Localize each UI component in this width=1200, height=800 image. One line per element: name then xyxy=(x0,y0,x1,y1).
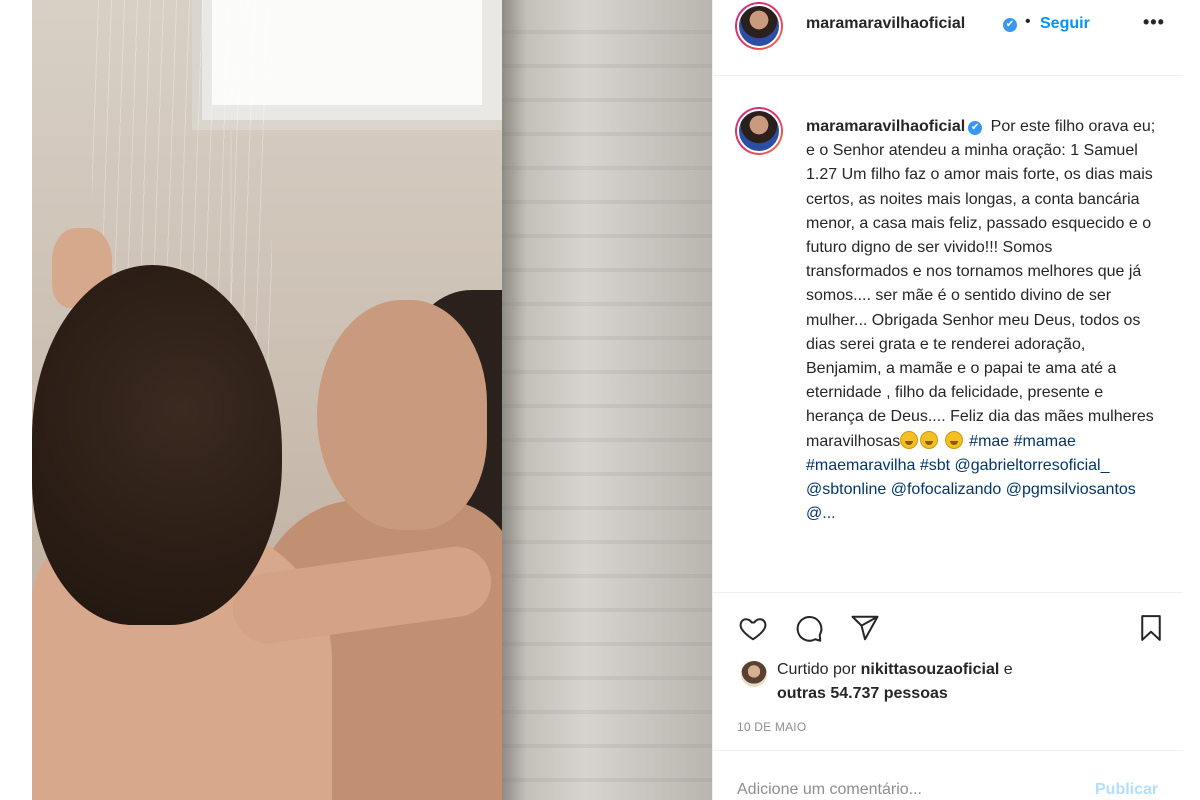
caption-verified-icon: ✔ xyxy=(968,121,983,135)
caption-author-avatar[interactable] xyxy=(735,107,783,155)
post-side-panel: maramaravilhaoficial ✔ • Seguir ••• mara… xyxy=(712,0,1200,800)
actions-divider xyxy=(713,592,1183,593)
liker-username[interactable]: nikittasouzaoficial xyxy=(861,661,1000,678)
save-button[interactable] xyxy=(1131,608,1171,648)
paper-plane-icon xyxy=(851,615,879,641)
likes-summary: Curtido por nikittasouzaoficial e outras… xyxy=(713,655,1183,711)
like-button[interactable] xyxy=(733,608,773,648)
comment-button[interactable] xyxy=(789,608,829,648)
likes-prefix: Curtido por xyxy=(777,661,857,678)
caption-username[interactable]: maramaravilhaoficial xyxy=(806,118,965,135)
likes-connector: e xyxy=(1003,661,1013,678)
crying-face-emoji-icon xyxy=(900,430,919,449)
verified-badge-icon: ✔ xyxy=(1003,18,1017,32)
bookmark-icon xyxy=(1141,615,1161,641)
publish-button[interactable]: Publicar xyxy=(1095,781,1158,799)
caption-section: maramaravilhaoficial ✔ Por este filho ora… xyxy=(713,77,1183,587)
crying-face-emoji-icon xyxy=(920,430,939,449)
heart-icon xyxy=(739,618,767,641)
author-username[interactable]: maramaravilhaoficial xyxy=(806,15,965,33)
post-date[interactable]: 10 DE MAIO xyxy=(737,720,806,734)
comment-form: Publicar xyxy=(713,750,1183,800)
comment-icon xyxy=(796,615,823,642)
share-button[interactable] xyxy=(845,608,885,648)
comment-input[interactable] xyxy=(737,777,1067,800)
crying-face-emoji-icon xyxy=(944,430,963,449)
liker-avatar[interactable] xyxy=(741,661,767,687)
glass-water-drips xyxy=(502,0,712,800)
post-actions-bar xyxy=(713,600,1183,656)
mother-face xyxy=(317,300,487,530)
post-header: maramaravilhaoficial ✔ • Seguir ••• xyxy=(713,0,1183,76)
follow-button[interactable]: Seguir xyxy=(1040,15,1090,33)
post-photo[interactable] xyxy=(32,0,712,800)
header-separator: • xyxy=(1025,13,1031,30)
more-options-icon[interactable]: ••• xyxy=(1143,12,1165,33)
caption-text-block: maramaravilhaoficial ✔ Por este filho ora… xyxy=(806,115,1156,526)
author-avatar[interactable] xyxy=(735,2,783,50)
likes-others-link[interactable]: outras 54.737 pessoas xyxy=(777,685,948,702)
likes-text: Curtido por nikittasouzaoficial e outras… xyxy=(777,658,1157,706)
caption-body: Por este filho orava eu; e o Senhor aten… xyxy=(806,118,1156,450)
